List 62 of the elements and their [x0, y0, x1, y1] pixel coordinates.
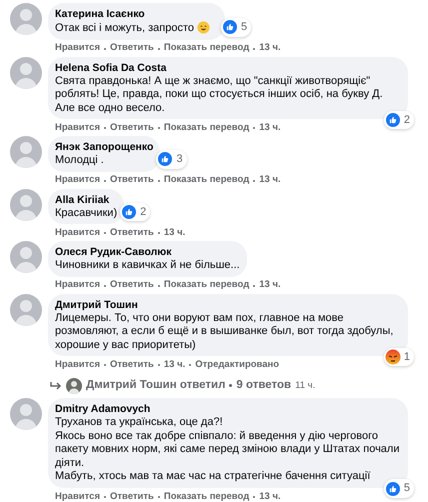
author-name[interactable]: Олеся Рудик-Саволюк [55, 245, 240, 259]
action-link[interactable]: Ответить [110, 41, 154, 56]
action-link[interactable]: Ответить [110, 278, 154, 293]
comment-text: Свята правдонька! А ще ж знаємо, що "санкції животворящіє" роблять! Це, правда, поки що стосується інших осіб, на букву Д. Але все одно весело. [55, 74, 384, 115]
comment-text: Отак всі і можуть, запросто [55, 21, 218, 36]
action-link[interactable]: Ответить [110, 226, 154, 240]
reaction-count[interactable]: 2 [384, 110, 414, 129]
like-icon [121, 204, 138, 220]
reaction-number: 5 [240, 20, 248, 35]
like-icon [384, 112, 401, 128]
reaction-count[interactable]: 5 [220, 18, 252, 36]
action-link[interactable]: Нравится [55, 41, 100, 56]
avatar[interactable] [66, 378, 82, 394]
action-link[interactable]: Нравится [55, 120, 100, 136]
action-link[interactable]: Показать перевод [164, 120, 250, 136]
author-name[interactable]: Катерина Ісаєнко [55, 7, 218, 21]
author-name[interactable]: Alla Kiriiak [55, 192, 118, 206]
reaction-count[interactable]: 3 [156, 150, 187, 168]
action-link[interactable]: 13 ч. [259, 490, 281, 502]
author-name[interactable]: Дмитрий Тошин [55, 298, 401, 312]
action-link[interactable]: 13 ч. [259, 41, 281, 56]
action-link[interactable]: Ответить [110, 358, 154, 372]
action-link[interactable]: Показать перевод [164, 490, 250, 502]
action-link[interactable]: Показать перевод [164, 278, 250, 293]
reaction-number: 5 [404, 481, 410, 496]
comment-text: Красавчики) [55, 206, 118, 220]
action-link[interactable]: Нравится [55, 278, 100, 293]
reaction-count[interactable]: 1 [384, 348, 414, 366]
reply-arrow-icon [50, 380, 62, 391]
like-icon [222, 19, 238, 36]
reaction-number: 2 [140, 204, 146, 220]
action-link[interactable]: Ответить [110, 490, 154, 502]
reaction-number: 3 [176, 152, 183, 167]
action-link[interactable]: Нравится [55, 490, 100, 502]
action-link[interactable]: Нравится [55, 226, 100, 240]
author-name[interactable]: Янэк Запорощенко [55, 140, 154, 154]
action-link[interactable]: Показать перевод [164, 173, 250, 188]
action-link[interactable]: Нравится [55, 173, 100, 188]
action-link[interactable]: 13 ч. [164, 226, 186, 240]
like-icon [157, 151, 174, 168]
reaction-number: 1 [404, 350, 410, 364]
replies-count[interactable]: 9 ответов [236, 377, 292, 394]
reaction-count[interactable]: 2 [120, 202, 150, 221]
action-link[interactable]: Отредактировано [195, 358, 280, 372]
reaction-number: 2 [404, 112, 410, 128]
comment-text: Чиновники в кавичках й не більше... [55, 259, 240, 272]
reaction-count[interactable]: 5 [384, 479, 414, 498]
action-link[interactable]: Показать перевод [164, 41, 250, 56]
author-name[interactable]: Dmitry Adamovych [55, 402, 401, 416]
replies-link[interactable]: Дмитрий Тошин ответил [86, 377, 226, 394]
comment-text: Молодці . [55, 154, 105, 168]
author-name[interactable]: Helena Sofia Da Costa [55, 60, 401, 74]
action-link[interactable]: Ответить [110, 173, 154, 188]
action-link[interactable]: 13 ч. [259, 120, 281, 136]
action-link[interactable]: 13 ч. [259, 278, 281, 293]
action-link[interactable]: Нравится [55, 358, 100, 372]
angry-face-icon [384, 348, 401, 365]
action-link[interactable]: 13 ч. [164, 358, 186, 372]
action-link[interactable]: Ответить [110, 120, 154, 136]
reply-time: 11 ч. [295, 378, 316, 392]
like-icon [384, 480, 401, 496]
action-link[interactable]: 13 ч. [259, 173, 281, 188]
